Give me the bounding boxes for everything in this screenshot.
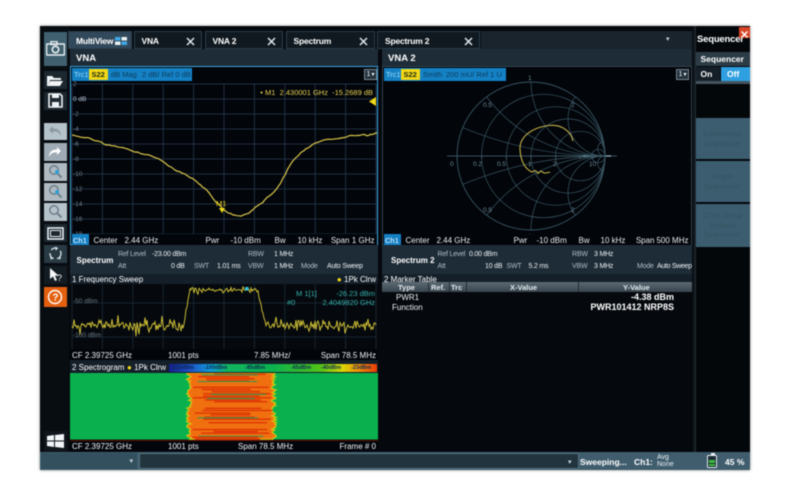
svg-text:0.2: 0.2	[473, 161, 482, 168]
svg-text:2: 2	[571, 207, 575, 214]
svg-text:0: 0	[450, 161, 454, 168]
svg-text:1: 1	[528, 75, 532, 82]
svg-text:2: 2	[553, 161, 557, 168]
svg-text:1: 1	[528, 161, 532, 168]
svg-text:?: ?	[53, 292, 59, 303]
svg-text:0.5: 0.5	[483, 102, 492, 109]
svg-text:10: 10	[589, 161, 597, 168]
svg-text:?: ?	[57, 273, 62, 283]
svg-text:M1: M1	[216, 199, 226, 208]
svg-text:0.5: 0.5	[497, 161, 506, 168]
svg-text:2: 2	[571, 102, 575, 109]
svg-text:0.5: 0.5	[483, 207, 492, 214]
